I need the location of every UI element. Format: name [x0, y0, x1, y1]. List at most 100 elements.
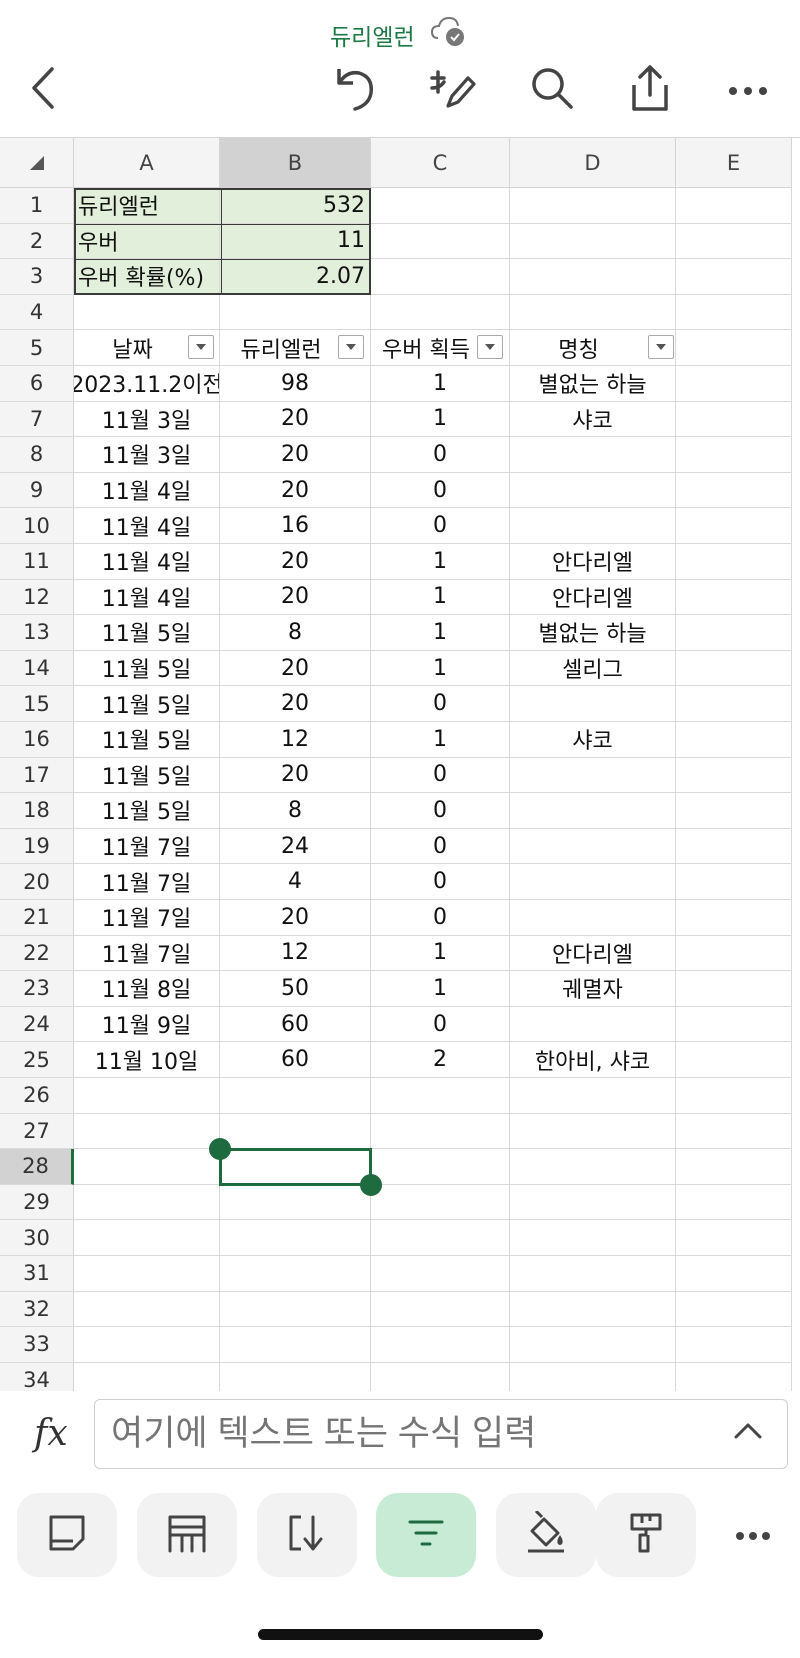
- cell-a26[interactable]: [74, 1078, 220, 1114]
- cell-a1[interactable]: 듀리엘런: [74, 188, 220, 224]
- cell-c16[interactable]: 1: [371, 722, 510, 758]
- row-header-24[interactable]: 24: [0, 1006, 74, 1043]
- cell-e4[interactable]: [676, 294, 792, 331]
- row-header-3[interactable]: 3: [0, 259, 74, 295]
- cell-b29[interactable]: [220, 1184, 371, 1221]
- row-header-6[interactable]: 6: [0, 366, 74, 402]
- insert-rows-button[interactable]: [137, 1493, 237, 1577]
- cell-b33[interactable]: [220, 1327, 371, 1363]
- cell-e23[interactable]: [676, 971, 792, 1007]
- cell-b4[interactable]: [220, 294, 371, 331]
- cell-d31[interactable]: [510, 1256, 676, 1292]
- cell-c27[interactable]: [371, 1113, 510, 1150]
- cell-a30[interactable]: [74, 1220, 220, 1256]
- cell-d21[interactable]: [510, 900, 676, 936]
- cell-e34[interactable]: [676, 1362, 792, 1391]
- cell-b17[interactable]: 20: [220, 757, 371, 794]
- cell-e26[interactable]: [676, 1078, 792, 1114]
- row-header-5[interactable]: 5: [0, 330, 74, 366]
- cell-a13[interactable]: 11월 5일: [74, 615, 220, 651]
- row-header-28[interactable]: 28: [0, 1149, 74, 1185]
- cell-a32[interactable]: [74, 1291, 220, 1328]
- cell-d9[interactable]: [510, 472, 676, 509]
- draw-button[interactable]: [424, 62, 480, 118]
- cell-d19[interactable]: [510, 828, 676, 865]
- row-header-18[interactable]: 18: [0, 793, 74, 829]
- cell-d1[interactable]: [510, 188, 676, 224]
- cell-e3[interactable]: [676, 259, 792, 295]
- cell-e25[interactable]: [676, 1042, 792, 1078]
- cell-d30[interactable]: [510, 1220, 676, 1256]
- back-button[interactable]: [15, 62, 71, 118]
- row-header-2[interactable]: 2: [0, 223, 74, 260]
- row-header-23[interactable]: 23: [0, 971, 74, 1007]
- cell-d29[interactable]: [510, 1184, 676, 1221]
- cell-d10[interactable]: [510, 508, 676, 544]
- row-header-17[interactable]: 17: [0, 757, 74, 794]
- spreadsheet-grid[interactable]: A B C D E 1 듀리엘런 532 2 우버 11 3 우버 확률(%) 2.07 4 5 날짜 듀리엘런 우…: [0, 137, 800, 1391]
- cell-c9[interactable]: 0: [371, 472, 510, 509]
- cell-b25[interactable]: 60: [220, 1042, 371, 1078]
- cell-b15[interactable]: 20: [220, 686, 371, 722]
- cell-b8[interactable]: 20: [220, 437, 371, 473]
- cell-c2[interactable]: [371, 223, 510, 260]
- cell-e19[interactable]: [676, 828, 792, 865]
- row-header-4[interactable]: 4: [0, 294, 74, 331]
- cell-e22[interactable]: [676, 935, 792, 972]
- cell-c3[interactable]: [371, 259, 510, 295]
- cell-c8[interactable]: 0: [371, 437, 510, 473]
- cell-c34[interactable]: [371, 1362, 510, 1391]
- row-header-13[interactable]: 13: [0, 615, 74, 651]
- cell-b16[interactable]: 12: [220, 722, 371, 758]
- cell-a11[interactable]: 11월 4일: [74, 544, 220, 580]
- filter-dropdown-c[interactable]: [477, 335, 503, 360]
- cell-b1[interactable]: 532: [220, 188, 371, 224]
- row-header-31[interactable]: 31: [0, 1256, 74, 1292]
- cell-d34[interactable]: [510, 1362, 676, 1391]
- cell-e16[interactable]: [676, 722, 792, 758]
- cell-c15[interactable]: 0: [371, 686, 510, 722]
- more-button[interactable]: [720, 62, 776, 118]
- cell-b26[interactable]: [220, 1078, 371, 1114]
- cell-a19[interactable]: 11월 7일: [74, 828, 220, 865]
- cell-e33[interactable]: [676, 1327, 792, 1363]
- cell-c11[interactable]: 1: [371, 544, 510, 580]
- cell-e27[interactable]: [676, 1113, 792, 1150]
- cell-d3[interactable]: [510, 259, 676, 295]
- share-button[interactable]: [622, 62, 678, 118]
- cell-a23[interactable]: 11월 8일: [74, 971, 220, 1007]
- cell-a27[interactable]: [74, 1113, 220, 1150]
- cell-e1[interactable]: [676, 188, 792, 224]
- cell-b11[interactable]: 20: [220, 544, 371, 580]
- cell-e10[interactable]: [676, 508, 792, 544]
- cell-b13[interactable]: 8: [220, 615, 371, 651]
- cell-b27[interactable]: [220, 1113, 371, 1150]
- cell-e13[interactable]: [676, 615, 792, 651]
- insert-sheet-button[interactable]: [17, 1493, 117, 1577]
- row-header-1[interactable]: 1: [0, 188, 74, 224]
- cell-e14[interactable]: [676, 650, 792, 687]
- cell-a10[interactable]: 11월 4일: [74, 508, 220, 544]
- column-header-d[interactable]: D: [510, 138, 676, 188]
- cell-a24[interactable]: 11월 9일: [74, 1006, 220, 1043]
- cell-b28[interactable]: [220, 1149, 371, 1185]
- cell-e24[interactable]: [676, 1006, 792, 1043]
- row-header-14[interactable]: 14: [0, 650, 74, 687]
- cell-d28[interactable]: [510, 1149, 676, 1185]
- cell-e31[interactable]: [676, 1256, 792, 1292]
- cell-c28[interactable]: [371, 1149, 510, 1185]
- cell-d24[interactable]: [510, 1006, 676, 1043]
- cell-b21[interactable]: 20: [220, 900, 371, 936]
- cell-b34[interactable]: [220, 1362, 371, 1391]
- cell-e8[interactable]: [676, 437, 792, 473]
- cell-d15[interactable]: [510, 686, 676, 722]
- cell-c22[interactable]: 1: [371, 935, 510, 972]
- cell-a4[interactable]: [74, 294, 220, 331]
- cell-a12[interactable]: 11월 4일: [74, 579, 220, 616]
- cell-e5[interactable]: [676, 330, 792, 366]
- cell-c26[interactable]: [371, 1078, 510, 1114]
- cell-a16[interactable]: 11월 5일: [74, 722, 220, 758]
- fill-color-button[interactable]: [496, 1493, 596, 1577]
- cell-d11[interactable]: 안다리엘: [510, 544, 676, 580]
- column-header-b[interactable]: B: [220, 138, 371, 188]
